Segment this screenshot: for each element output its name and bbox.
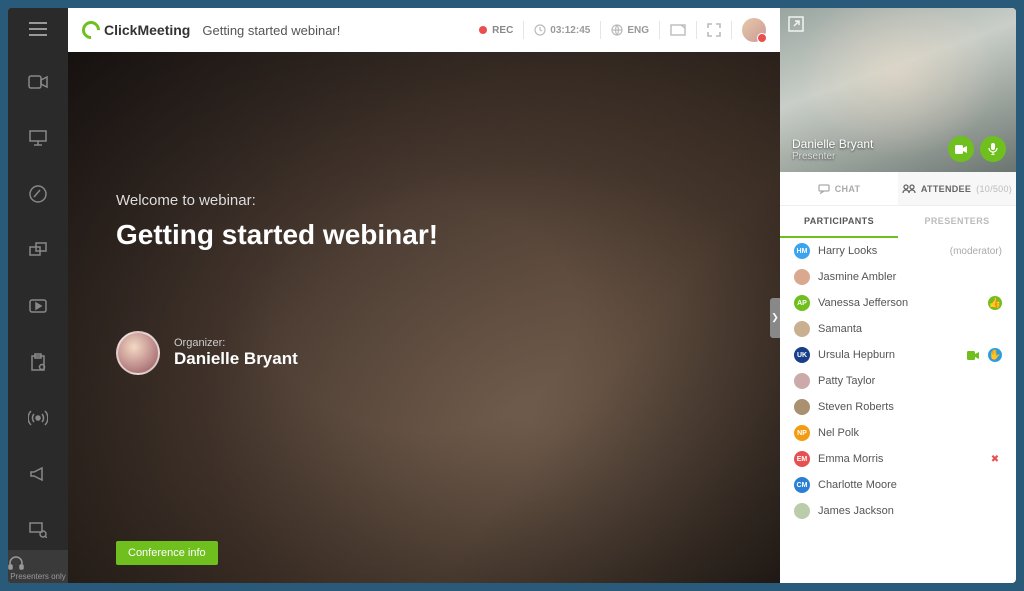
participant-avatar: EM [794, 451, 810, 467]
organizer-name: Danielle Bryant [174, 349, 298, 369]
language-selector[interactable]: ENG [611, 24, 649, 36]
participant-avatar: HM [794, 243, 810, 259]
participant-avatar: CM [794, 477, 810, 493]
participant-name: Nel Polk [818, 427, 1002, 439]
participant-avatar [794, 373, 810, 389]
sidebar: Presenters only [8, 8, 68, 583]
tab-chat[interactable]: CHAT [780, 172, 898, 205]
user-avatar[interactable] [742, 18, 766, 42]
participant-avatar: NP [794, 425, 810, 441]
participant-name: James Jackson [818, 505, 1002, 517]
list-item[interactable]: AP Vanessa Jefferson 👍 [780, 290, 1016, 316]
conference-info-button[interactable]: Conference info [116, 541, 218, 565]
panel-tabs: CHAT ATTENDEE (10/500) [780, 172, 1016, 206]
participant-name: Charlotte Moore [818, 479, 1002, 491]
presentation-icon[interactable] [18, 118, 58, 158]
video-presenter-name: Danielle Bryant [792, 137, 873, 151]
list-item[interactable]: Jasmine Ambler [780, 264, 1016, 290]
participant-name: Samanta [818, 323, 1002, 335]
participant-name: Vanessa Jefferson [818, 297, 980, 309]
whiteboard-icon[interactable] [18, 174, 58, 214]
panel-subtabs: PARTICIPANTS PRESENTERS [780, 206, 1016, 238]
header: ClickMeeting Getting started webinar! RE… [68, 8, 780, 52]
logo-text: ClickMeeting [104, 22, 190, 38]
list-item[interactable]: HM Harry Looks (moderator) [780, 238, 1016, 264]
logo-mark-icon [78, 17, 103, 42]
record-label: REC [492, 25, 513, 36]
record-dot-icon [479, 26, 487, 34]
video-toggle-button[interactable] [948, 136, 974, 162]
menu-icon[interactable] [29, 22, 47, 36]
fullscreen-icon[interactable] [707, 23, 721, 37]
participants-list: HM Harry Looks (moderator) Jasmine Ambler AP… [780, 238, 1016, 583]
record-indicator[interactable]: REC [479, 25, 513, 36]
participant-name: Emma Morris [818, 453, 980, 465]
list-item[interactable]: EM Emma Morris ✖ [780, 446, 1016, 472]
thumbs-up-icon: 👍 [988, 296, 1002, 310]
logo: ClickMeeting [82, 21, 190, 39]
stream-icon[interactable] [18, 398, 58, 438]
participant-name: Harry Looks [818, 245, 942, 257]
camera-icon[interactable] [18, 62, 58, 102]
subtab-participants[interactable]: PARTICIPANTS [780, 206, 898, 238]
organizer-block: Organizer: Danielle Bryant [116, 331, 732, 375]
announce-icon[interactable] [18, 454, 58, 494]
participant-name: Ursula Hepburn [818, 349, 958, 361]
organizer-avatar [116, 331, 160, 375]
layout-icon[interactable] [670, 24, 686, 36]
list-item[interactable]: Steven Roberts [780, 394, 1016, 420]
participant-role: (moderator) [950, 246, 1002, 257]
right-panel: Danielle Bryant Presenter CHAT ATTENDEE … [780, 8, 1016, 583]
mic-toggle-button[interactable] [980, 136, 1006, 162]
video-presenter-role: Presenter [792, 151, 873, 162]
search-icon[interactable] [18, 510, 58, 550]
main-column: ClickMeeting Getting started webinar! RE… [68, 8, 780, 583]
list-item[interactable]: Patty Taylor [780, 368, 1016, 394]
list-item[interactable]: NP Nel Polk [780, 420, 1016, 446]
presenter-video: Danielle Bryant Presenter [780, 8, 1016, 172]
participant-avatar: AP [794, 295, 810, 311]
camera-on-icon [966, 348, 980, 362]
participant-avatar [794, 269, 810, 285]
collapse-panel-handle[interactable]: ❯ [770, 298, 780, 338]
video-play-icon[interactable] [18, 286, 58, 326]
participant-avatar: UK [794, 347, 810, 363]
subtab-presenters[interactable]: PRESENTERS [898, 206, 1016, 238]
participant-avatar [794, 399, 810, 415]
participant-name: Jasmine Ambler [818, 271, 1002, 283]
popout-icon[interactable] [788, 16, 804, 32]
stage: Welcome to webinar: Getting started webi… [68, 52, 780, 583]
list-item[interactable]: UK Ursula Hepburn ✋ [780, 342, 1016, 368]
raise-hand-icon: ✋ [988, 348, 1002, 362]
headphones-icon [8, 556, 68, 570]
block-icon: ✖ [988, 452, 1002, 466]
header-title: Getting started webinar! [202, 23, 340, 38]
poll-icon[interactable] [18, 342, 58, 382]
app-root: Presenters only ClickMeeting Getting sta… [8, 8, 1016, 583]
presenters-only-button[interactable]: Presenters only [8, 550, 68, 583]
participant-avatar [794, 503, 810, 519]
welcome-text: Welcome to webinar: [116, 192, 732, 209]
participant-name: Steven Roberts [818, 401, 1002, 413]
list-item[interactable]: James Jackson [780, 498, 1016, 524]
participant-avatar [794, 321, 810, 337]
tab-attendee[interactable]: ATTENDEE (10/500) [898, 172, 1016, 205]
timer: 03:12:45 [534, 24, 590, 36]
list-item[interactable]: CM Charlotte Moore [780, 472, 1016, 498]
participant-name: Patty Taylor [818, 375, 1002, 387]
presenters-only-label: Presenters only [8, 572, 68, 581]
list-item[interactable]: Samanta [780, 316, 1016, 342]
stage-title: Getting started webinar! [116, 219, 732, 251]
organizer-label: Organizer: [174, 337, 298, 349]
screenshare-icon[interactable] [18, 230, 58, 270]
